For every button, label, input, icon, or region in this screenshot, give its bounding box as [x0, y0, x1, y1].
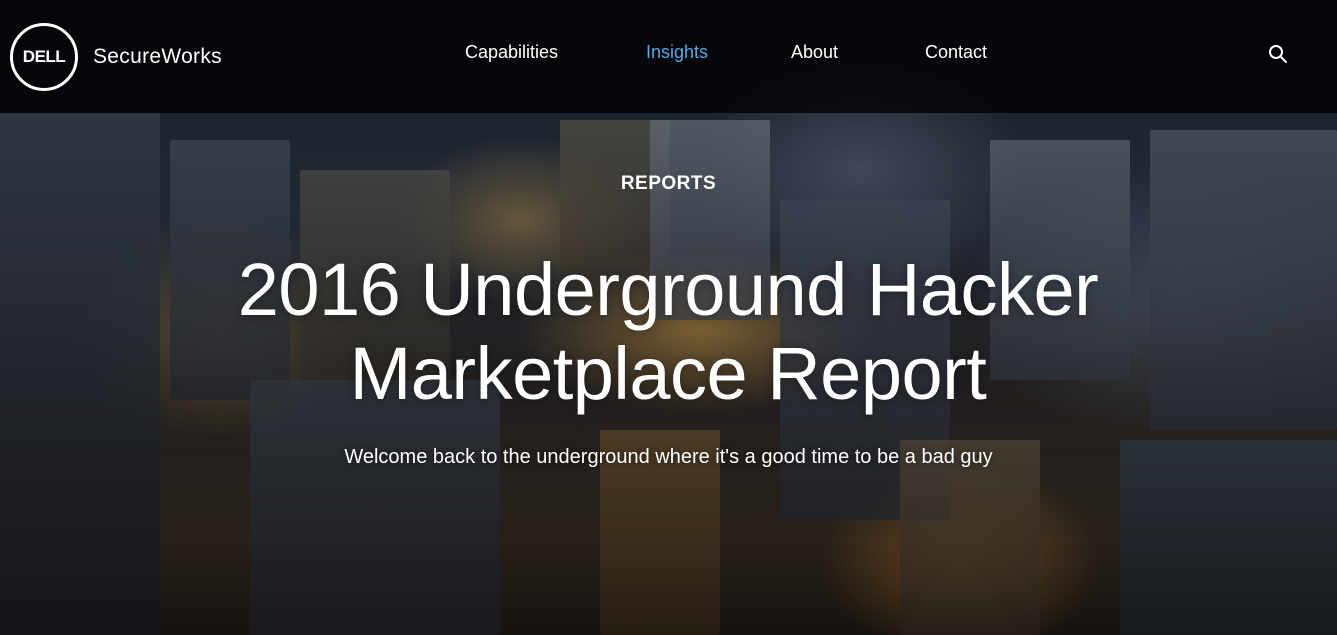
- brand-name: SecureWorks: [93, 45, 222, 68]
- hero-section: REPORTS 2016 Underground Hacker Marketpl…: [0, 113, 1337, 635]
- nav-about[interactable]: About: [791, 42, 925, 63]
- site-header: DELL SecureWorks Capabilities Insights A…: [0, 0, 1337, 113]
- search-button[interactable]: [1268, 42, 1292, 66]
- page-title: 2016 Underground Hacker Marketplace Repo…: [237, 248, 1099, 415]
- page-subtitle: Welcome back to the underground where it…: [344, 446, 993, 468]
- logo-link[interactable]: DELL SecureWorks: [10, 23, 222, 91]
- nav-insights[interactable]: Insights: [646, 42, 791, 63]
- section-eyebrow: REPORTS: [620, 173, 717, 194]
- nav-contact[interactable]: Contact: [925, 42, 987, 63]
- main-nav: Capabilities Insights About Contact: [465, 42, 987, 63]
- nav-capabilities[interactable]: Capabilities: [465, 42, 646, 63]
- dell-logo-icon: DELL: [10, 23, 78, 91]
- search-icon: [1269, 45, 1287, 63]
- page: DELL SecureWorks Capabilities Insights A…: [0, 0, 1337, 635]
